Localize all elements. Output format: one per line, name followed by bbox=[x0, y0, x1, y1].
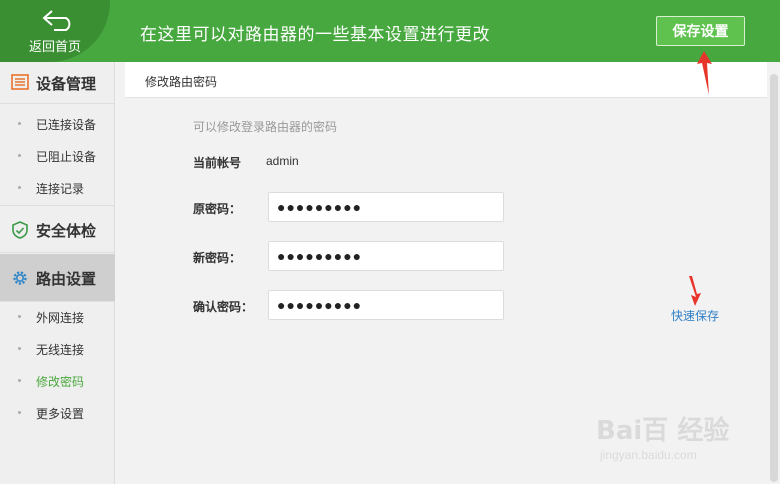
annotation-arrow-icon bbox=[697, 51, 712, 95]
back-arrow-icon bbox=[42, 10, 71, 31]
gear-icon bbox=[13, 271, 27, 285]
sidebar-item-blocked-devices[interactable]: 已阻止设备 bbox=[0, 139, 115, 171]
watermark: Bai百 经验 jingyan.baidu.com bbox=[596, 408, 746, 468]
old-password-label: 原密码： bbox=[193, 202, 242, 216]
top-header: 返回首页 在这里可以对路由器的一些基本设置进行更改 保存设置 bbox=[0, 0, 780, 62]
hint-text: 可以修改登录路由器的密码 bbox=[193, 120, 338, 134]
sidebar-group-device-management[interactable]: 设备管理 bbox=[0, 62, 114, 104]
sidebar-group-security-check[interactable]: 安全体检 bbox=[0, 205, 115, 253]
account-value: admin bbox=[266, 154, 299, 168]
account-label: 当前帐号 bbox=[193, 156, 242, 170]
new-password-field[interactable]: ●●●●●●●●● bbox=[268, 241, 504, 271]
panel-header: 修改路由密码 bbox=[125, 62, 767, 98]
sidebar-group-label: 安全体检 bbox=[36, 223, 97, 240]
new-password-label: 新密码： bbox=[193, 251, 242, 265]
quick-save-link[interactable]: 快速保存 bbox=[671, 307, 719, 324]
confirm-password-label: 确认密码： bbox=[193, 300, 254, 314]
sidebar-item-label: 已连接设备 bbox=[36, 118, 97, 132]
sidebar-item-label: 修改密码 bbox=[36, 375, 85, 389]
old-password-field[interactable]: ●●●●●●●●● bbox=[268, 192, 504, 222]
sidebar-item-change-password[interactable]: 修改密码 bbox=[0, 364, 115, 396]
sidebar-item-more-settings[interactable]: 更多设置 bbox=[0, 396, 115, 428]
watermark-url: jingyan.baidu.com bbox=[600, 448, 697, 462]
sidebar-item-label: 已阻止设备 bbox=[36, 150, 97, 164]
sidebar: 设备管理 已连接设备 已阻止设备 连接记录 安全体检 路由设置 外网连接 无线连… bbox=[0, 62, 115, 484]
watermark-brand: Bai百 经验 bbox=[596, 416, 730, 446]
sidebar-item-label: 无线连接 bbox=[36, 343, 85, 357]
list-icon bbox=[11, 74, 29, 90]
scrollbar-thumb[interactable] bbox=[770, 74, 778, 482]
sidebar-item-label: 外网连接 bbox=[36, 311, 85, 325]
confirm-password-field[interactable]: ●●●●●●●●● bbox=[268, 290, 504, 320]
back-home-button[interactable]: 返回首页 bbox=[0, 0, 110, 62]
page-title: 在这里可以对路由器的一些基本设置进行更改 bbox=[140, 25, 490, 44]
sidebar-group-label: 设备管理 bbox=[36, 76, 97, 93]
sidebar-item-wireless[interactable]: 无线连接 bbox=[0, 332, 115, 364]
sidebar-group-router-settings[interactable]: 路由设置 bbox=[0, 254, 115, 302]
back-home-label: 返回首页 bbox=[28, 39, 81, 54]
shield-icon bbox=[12, 221, 28, 239]
sidebar-group-label: 路由设置 bbox=[36, 271, 97, 288]
sidebar-item-connection-log[interactable]: 连接记录 bbox=[0, 171, 115, 203]
annotation-arrow-icon bbox=[689, 276, 701, 306]
sidebar-item-label: 连接记录 bbox=[36, 182, 85, 196]
sidebar-item-wan[interactable]: 外网连接 bbox=[0, 300, 115, 332]
scrollbar[interactable] bbox=[767, 62, 780, 484]
sidebar-item-connected-devices[interactable]: 已连接设备 bbox=[0, 107, 115, 139]
panel-title: 修改路由密码 bbox=[145, 75, 218, 89]
sidebar-item-label: 更多设置 bbox=[36, 407, 85, 421]
save-settings-button[interactable]: 保存设置 bbox=[656, 16, 745, 46]
